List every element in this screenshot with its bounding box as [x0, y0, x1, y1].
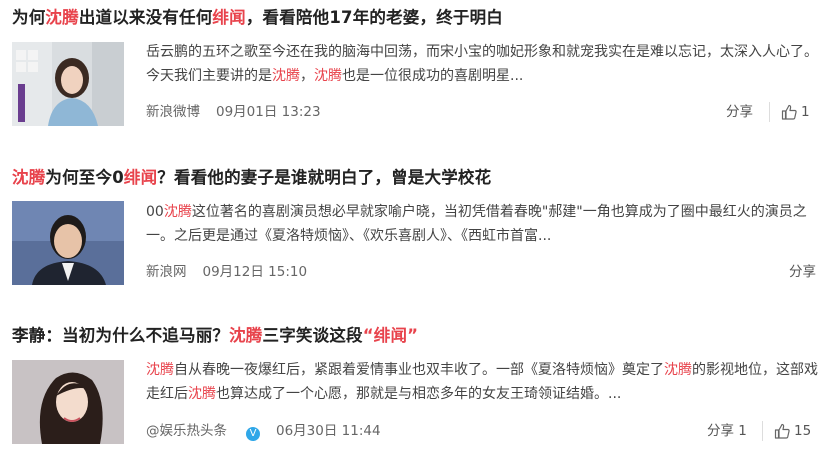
divider [762, 421, 763, 441]
divider [769, 102, 770, 122]
thumbs-up-icon [774, 423, 790, 439]
source-name[interactable]: @娱乐热头条 V [146, 423, 260, 441]
article-title[interactable]: 李静：当初为什么不追马丽？沈腾三字笑谈这段“绯闻” [12, 325, 418, 347]
article-meta: 新浪微博 09月01日 13:23 [146, 102, 337, 122]
thumbs-up-icon [781, 104, 797, 120]
article-summary: 00沈腾这位著名的喜剧演员想必早就家喻户晓，当初凭借着春晚"郝建"一角也算成为了… [146, 204, 807, 244]
article-meta: @娱乐热头条 V 06月30日 11:44 [146, 421, 397, 441]
like-count: 1 [801, 104, 810, 120]
article-thumbnail[interactable] [12, 42, 124, 126]
article-thumbnail[interactable] [12, 201, 124, 285]
source-name[interactable]: 新浪网 [146, 264, 187, 280]
share-button[interactable]: 分享 [789, 262, 816, 282]
like-button[interactable]: 1 [781, 102, 810, 122]
share-button[interactable]: 分享 [726, 102, 753, 122]
publish-date: 09月12日 15:10 [202, 264, 308, 280]
publish-date: 06月30日 11:44 [276, 423, 381, 439]
woman-portrait-photo-icon [12, 360, 124, 444]
like-button[interactable]: 15 [774, 421, 811, 441]
verified-badge-icon: V [246, 427, 260, 441]
like-count: 15 [794, 423, 812, 439]
article-meta: 新浪网 09月12日 15:10 [146, 262, 323, 282]
man-in-suit-photo-icon [12, 201, 124, 285]
article-summary: 岳云鹏的五环之歌至今还在我的脑海中回荡，而宋小宝的咖妃形象和就宠我实在是难以忘记… [146, 44, 818, 84]
share-button[interactable]: 分享 1 [707, 421, 747, 441]
source-name[interactable]: 新浪微博 [146, 104, 200, 120]
source-label: @娱乐热头条 [146, 423, 227, 439]
article-title[interactable]: 沈腾为何至今0绯闻？看看他的妻子是谁就明白了，曾是大学校花 [12, 167, 491, 189]
article-thumbnail[interactable] [12, 360, 124, 444]
article-title[interactable]: 为何沈腾出道以来没有任何绯闻，看看陪他17年的老婆，终于明白 [12, 7, 503, 29]
woman-in-kitchen-photo-icon [12, 42, 124, 126]
publish-date: 09月01日 13:23 [216, 104, 321, 120]
article-summary: 沈腾自从春晚一夜爆红后，紧跟着爱情事业也双丰收了。一部《夏洛特烦恼》奠定了沈腾的… [146, 362, 818, 402]
